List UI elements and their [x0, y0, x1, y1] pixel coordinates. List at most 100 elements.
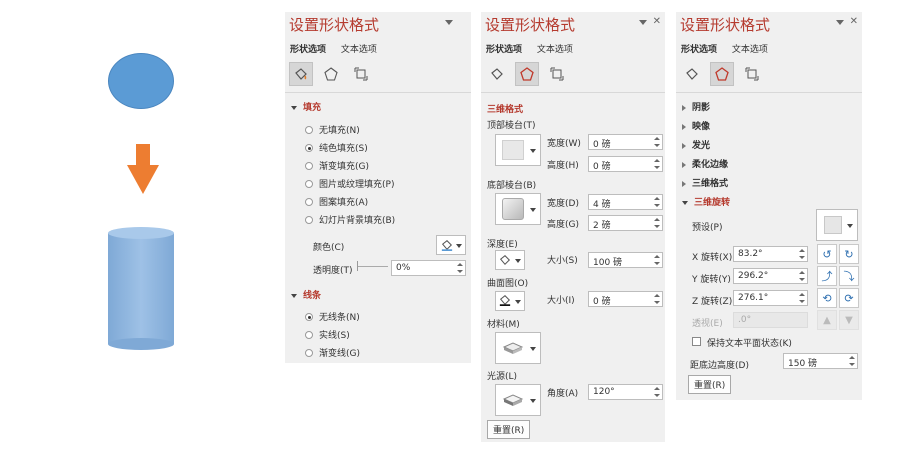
fill-line-icon[interactable]	[485, 62, 509, 86]
contour-color-picker[interactable]	[495, 291, 525, 311]
down-arrow-head	[127, 165, 159, 194]
tab-text-options[interactable]: 文本选项	[537, 45, 573, 55]
z-rotation-label: Z 旋转(Z)	[692, 297, 733, 307]
size-properties-icon[interactable]	[545, 62, 569, 86]
fill-line-icon[interactable]	[680, 62, 704, 86]
cylinder-top	[108, 227, 174, 239]
contour-label: 曲面图(O)	[487, 279, 529, 289]
size-properties-icon[interactable]	[349, 62, 373, 86]
top-bevel-picker[interactable]	[495, 134, 541, 166]
tab-shape-options[interactable]: 形状选项	[681, 45, 717, 55]
radio-no-line[interactable]: 无线条(N)	[305, 310, 360, 323]
bottom-height-label: 高度(G)	[547, 220, 579, 230]
color-label: 颜色(C)	[313, 243, 345, 253]
contour-size-label: 大小(I)	[547, 296, 575, 306]
rotate-up-icon[interactable]: ⤴	[817, 266, 837, 286]
close-icon[interactable]: ✕	[653, 16, 661, 27]
chevron-down-icon[interactable]	[836, 20, 844, 25]
distance-from-ground-label: 距底边高度(D)	[690, 361, 749, 371]
tab-text-options[interactable]: 文本选项	[732, 45, 768, 55]
material-label: 材料(M)	[487, 320, 520, 330]
top-height-input[interactable]: 0 磅	[588, 156, 663, 172]
material-icon	[502, 342, 524, 354]
cylinder-shape	[108, 233, 174, 344]
perspective-label: 透视(E)	[692, 319, 723, 329]
divider	[285, 92, 471, 93]
depth-size-input[interactable]: 100 磅	[588, 252, 663, 268]
effects-icon[interactable]	[319, 62, 343, 86]
z-rotation-input[interactable]: 276.1°	[733, 290, 808, 306]
keep-text-flat-checkbox[interactable]	[692, 337, 701, 346]
format-shape-panel-fill: 设置形状格式 形状选项 文本选项 填充 无填充(N) 纯色填充(S) 渐变填充(…	[285, 12, 471, 363]
lighting-label: 光源(L)	[487, 372, 518, 382]
transparency-slider[interactable]	[358, 266, 388, 267]
bottom-height-input[interactable]: 2 磅	[588, 215, 663, 231]
y-rotation-label: Y 旋转(Y)	[692, 275, 731, 285]
format-shape-panel-3d-rotation: 设置形状格式 ✕ 形状选项 文本选项 阴影 映像 发光 柔化边缘 三维格式 三维…	[676, 12, 862, 400]
top-width-input[interactable]: 0 磅	[588, 134, 663, 150]
radio-solid-fill[interactable]: 纯色填充(S)	[305, 141, 368, 154]
distance-from-ground-input[interactable]: 150 磅	[783, 353, 858, 369]
perspective-increase-icon[interactable]: ▲	[817, 310, 837, 330]
perspective-input[interactable]: .0°	[733, 312, 808, 328]
radio-slide-bg-fill[interactable]: 幻灯片背景填充(B)	[305, 213, 395, 226]
chevron-down-icon[interactable]	[639, 20, 647, 25]
close-icon[interactable]: ✕	[850, 16, 858, 27]
rotate-clockwise-icon[interactable]: ⟳	[839, 288, 859, 308]
tab-bar: 形状选项 文本选项	[486, 42, 585, 55]
radio-gradient-line[interactable]: 渐变线(G)	[305, 346, 360, 359]
size-properties-icon[interactable]	[740, 62, 764, 86]
glow-section[interactable]: 发光	[682, 138, 710, 151]
lighting-picker[interactable]	[495, 384, 541, 416]
top-bevel-label: 顶部棱台(T)	[487, 121, 536, 131]
rotate-down-icon[interactable]: ⤵	[839, 266, 859, 286]
radio-gradient-fill[interactable]: 渐变填充(G)	[305, 159, 369, 172]
tab-text-options[interactable]: 文本选项	[341, 45, 377, 55]
effects-icon[interactable]	[515, 62, 539, 86]
angle-input[interactable]: 120°	[588, 384, 663, 400]
line-section-header[interactable]: 线条	[291, 288, 321, 301]
paint-bucket-icon	[499, 295, 511, 306]
rotate-right-icon[interactable]: ↻	[839, 244, 859, 264]
fill-section-header[interactable]: 填充	[291, 100, 321, 113]
transparency-input[interactable]: 0%	[391, 260, 466, 276]
depth-size-label: 大小(S)	[547, 256, 578, 266]
radio-no-fill[interactable]: 无填充(N)	[305, 123, 360, 136]
down-arrow-shape	[136, 144, 150, 166]
panel-title: 设置形状格式	[485, 16, 576, 34]
shadow-section[interactable]: 阴影	[682, 100, 710, 113]
tab-shape-options[interactable]: 形状选项	[486, 45, 522, 55]
reset-button[interactable]: 重置(R)	[487, 420, 531, 439]
color-picker[interactable]	[436, 235, 466, 255]
3d-format-section-header[interactable]: 三维格式	[487, 102, 523, 115]
radio-picture-fill[interactable]: 图片或纹理填充(P)	[305, 177, 394, 190]
3d-rotation-section-header[interactable]: 三维旋转	[682, 195, 730, 208]
rotate-counterclockwise-icon[interactable]: ⟲	[817, 288, 837, 308]
bottom-bevel-picker[interactable]	[495, 193, 541, 225]
radio-solid-line[interactable]: 实线(S)	[305, 328, 350, 341]
soft-edges-section[interactable]: 柔化边缘	[682, 157, 728, 170]
lighting-icon	[502, 394, 524, 406]
x-rotation-input[interactable]: 83.2°	[733, 246, 808, 262]
reflection-section[interactable]: 映像	[682, 119, 710, 132]
y-rotation-input[interactable]: 296.2°	[733, 268, 808, 284]
tab-shape-options[interactable]: 形状选项	[290, 45, 326, 55]
material-picker[interactable]	[495, 332, 541, 364]
chevron-down-icon[interactable]	[445, 20, 453, 25]
angle-label: 角度(A)	[547, 389, 579, 399]
bottom-width-input[interactable]: 4 磅	[588, 194, 663, 210]
3d-format-section[interactable]: 三维格式	[682, 176, 728, 189]
divider	[481, 92, 665, 93]
effects-icon[interactable]	[710, 62, 734, 86]
rotate-left-icon[interactable]: ↺	[817, 244, 837, 264]
reset-button[interactable]: 重置(R)	[688, 375, 732, 394]
perspective-decrease-icon[interactable]: ▼	[839, 310, 859, 330]
depth-label: 深度(E)	[487, 240, 518, 250]
contour-size-input[interactable]: 0 磅	[588, 291, 663, 307]
radio-pattern-fill[interactable]: 图案填充(A)	[305, 195, 368, 208]
cylinder-bottom	[108, 338, 174, 350]
fill-line-icon[interactable]	[289, 62, 313, 86]
preset-picker[interactable]	[816, 209, 858, 241]
depth-color-picker[interactable]	[495, 250, 525, 270]
x-rotation-label: X 旋转(X)	[692, 253, 733, 263]
